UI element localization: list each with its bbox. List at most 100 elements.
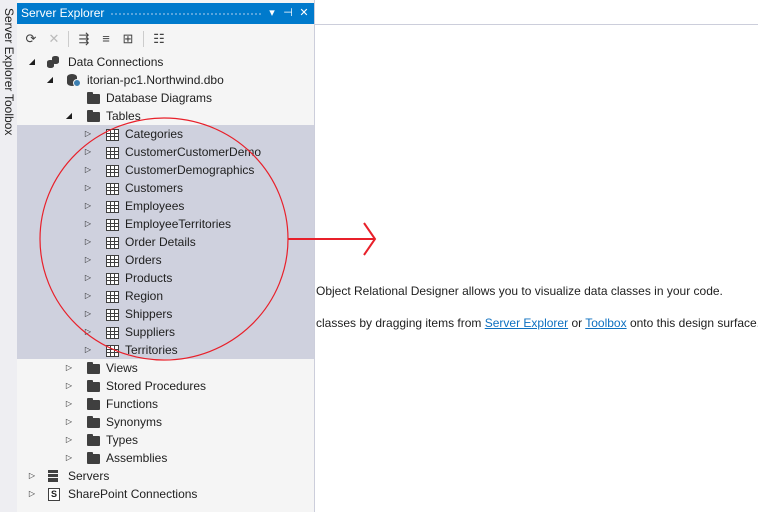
- tree-item-label: Suppliers: [125, 325, 176, 339]
- collapse-icon[interactable]: ◢: [27, 53, 37, 71]
- expand-icon[interactable]: ▷: [83, 287, 93, 305]
- expand-icon[interactable]: ▷: [83, 305, 93, 323]
- table-icon: [106, 291, 119, 303]
- expand-icon[interactable]: ▷: [83, 341, 93, 359]
- tree-item-functions[interactable]: ▷ Functions: [17, 395, 314, 413]
- refresh-icon[interactable]: ⟳: [21, 29, 41, 49]
- tree-item-table[interactable]: ▷ Employees: [17, 197, 314, 215]
- tree-item-label: Types: [106, 433, 139, 447]
- collapse-icon[interactable]: ◢: [45, 71, 55, 89]
- pin-icon[interactable]: ⊣: [281, 5, 295, 21]
- connect-to-server-icon[interactable]: ≡: [96, 29, 116, 49]
- tree-item-label: CustomerDemographics: [125, 163, 255, 177]
- document-tab-bar: [315, 0, 758, 25]
- folder-icon: [87, 380, 100, 392]
- expand-icon[interactable]: ▷: [83, 233, 93, 251]
- tree-item-table[interactable]: ▷ Region: [17, 287, 314, 305]
- expand-icon[interactable]: ▷: [83, 251, 93, 269]
- close-icon[interactable]: ✕: [297, 5, 311, 21]
- server-icon: [48, 470, 58, 482]
- tree-item-stored-procedures[interactable]: ▷ Stored Procedures: [17, 377, 314, 395]
- table-icon: [106, 309, 119, 321]
- folder-icon: [87, 416, 100, 428]
- tree-item-table[interactable]: ▷ CustomerCustomerDemo: [17, 143, 314, 161]
- tree-item-table[interactable]: ▷ Suppliers: [17, 323, 314, 341]
- toolbox-link[interactable]: Toolbox: [585, 316, 626, 330]
- expand-icon[interactable]: ▷: [64, 359, 74, 377]
- tree-item-assemblies[interactable]: ▷ Assemblies: [17, 449, 314, 467]
- tree-item-data-connections[interactable]: ◢ Data Connections: [17, 53, 314, 71]
- panel-toolbar: ⟳ ✕ ⇶ ≡ ⊞ ☷: [17, 27, 314, 51]
- tree-item-label: Data Connections: [68, 55, 164, 69]
- connect-to-sharepoint-icon[interactable]: ⊞: [118, 29, 138, 49]
- expand-icon[interactable]: ▷: [83, 143, 93, 161]
- tree-item-views[interactable]: ▷ Views: [17, 359, 314, 377]
- folder-icon: [87, 434, 100, 446]
- designer-surface[interactable]: Object Relational Designer allows you to…: [315, 0, 758, 512]
- expand-icon[interactable]: ▷: [83, 215, 93, 233]
- tree-item-table[interactable]: ▷ Shippers: [17, 305, 314, 323]
- expand-icon[interactable]: ▷: [64, 413, 74, 431]
- tree-item-label: Products: [125, 271, 173, 285]
- panel-header: Server Explorer ▾ ⊣ ✕: [17, 3, 314, 24]
- tree-item-label: SharePoint Connections: [68, 487, 198, 501]
- table-icon: [106, 129, 119, 141]
- tree-item-label: Employees: [125, 199, 185, 213]
- tree-item-label: itorian-pc1.Northwind.dbo: [87, 73, 224, 87]
- expand-icon[interactable]: ▷: [83, 323, 93, 341]
- connect-to-database-icon[interactable]: ⇶: [74, 29, 94, 49]
- tree-item-table[interactable]: ▷ Order Details: [17, 233, 314, 251]
- expand-icon[interactable]: ▷: [83, 179, 93, 197]
- tree-item-database[interactable]: ◢ itorian-pc1.Northwind.dbo: [17, 71, 314, 89]
- tree-item-sharepoint-connections[interactable]: ▷ S SharePoint Connections: [17, 485, 314, 503]
- tree-item-synonyms[interactable]: ▷ Synonyms: [17, 413, 314, 431]
- expand-icon[interactable]: ▷: [27, 467, 37, 485]
- expand-icon[interactable]: ▷: [64, 377, 74, 395]
- expand-icon[interactable]: ▷: [64, 395, 74, 413]
- tree-item-label: EmployeeTerritories: [125, 217, 232, 231]
- table-icon: [106, 345, 119, 357]
- tree-item-label: Orders: [125, 253, 162, 267]
- expand-icon[interactable]: ▷: [83, 161, 93, 179]
- tree-item-types[interactable]: ▷ Types: [17, 431, 314, 449]
- side-tab-server-explorer[interactable]: Server Explorer: [1, 8, 16, 91]
- side-tab-strip: Server Explorer Toolbox: [0, 0, 18, 512]
- table-icon: [106, 165, 119, 177]
- expand-icon[interactable]: ▷: [27, 485, 37, 503]
- table-icon: [106, 183, 119, 195]
- tree-item-servers[interactable]: ▷ Servers: [17, 467, 314, 485]
- folder-icon: [87, 452, 100, 464]
- designer-hint-line-1: Object Relational Designer allows you to…: [316, 284, 723, 298]
- tree-item-tables[interactable]: ◢ Tables: [17, 107, 314, 125]
- toolbar-separator: [143, 31, 144, 47]
- expand-icon[interactable]: ▷: [64, 431, 74, 449]
- table-icon: [106, 273, 119, 285]
- properties-icon[interactable]: ☷: [149, 29, 169, 49]
- tree-item-table[interactable]: ▷ Products: [17, 269, 314, 287]
- folder-icon: [87, 362, 100, 374]
- tree-item-table[interactable]: ▷ Territories: [17, 341, 314, 359]
- server-explorer-link[interactable]: Server Explorer: [485, 316, 568, 330]
- table-icon: [106, 237, 119, 249]
- expand-icon[interactable]: ▷: [64, 449, 74, 467]
- dropdown-icon[interactable]: ▾: [265, 5, 279, 21]
- tree-item-table[interactable]: ▷ Categories: [17, 125, 314, 143]
- tree-item-table[interactable]: ▷ Customers: [17, 179, 314, 197]
- expand-icon[interactable]: ▷: [83, 125, 93, 143]
- server-explorer-panel: Server Explorer ▾ ⊣ ✕ ⟳ ✕ ⇶ ≡ ⊞ ☷ ◢ Data…: [17, 0, 315, 512]
- tree-item-table[interactable]: ▷ EmployeeTerritories: [17, 215, 314, 233]
- tree-item-database-diagrams[interactable]: Database Diagrams: [17, 89, 314, 107]
- expand-icon[interactable]: ▷: [83, 269, 93, 287]
- tree-item-label: Servers: [68, 469, 110, 483]
- tree-item-table[interactable]: ▷ CustomerDemographics: [17, 161, 314, 179]
- tree-item-label: Assemblies: [106, 451, 168, 465]
- tree-item-table[interactable]: ▷ Orders: [17, 251, 314, 269]
- collapse-icon[interactable]: ◢: [64, 107, 74, 125]
- header-grip[interactable]: [110, 12, 262, 17]
- table-icon: [106, 201, 119, 213]
- side-tab-toolbox[interactable]: Toolbox: [1, 94, 16, 135]
- expand-icon[interactable]: ▷: [83, 197, 93, 215]
- stop-refresh-icon[interactable]: ✕: [44, 29, 64, 49]
- database-icon: [67, 74, 81, 87]
- designer-hint-line-2: classes by dragging items from Server Ex…: [316, 316, 758, 330]
